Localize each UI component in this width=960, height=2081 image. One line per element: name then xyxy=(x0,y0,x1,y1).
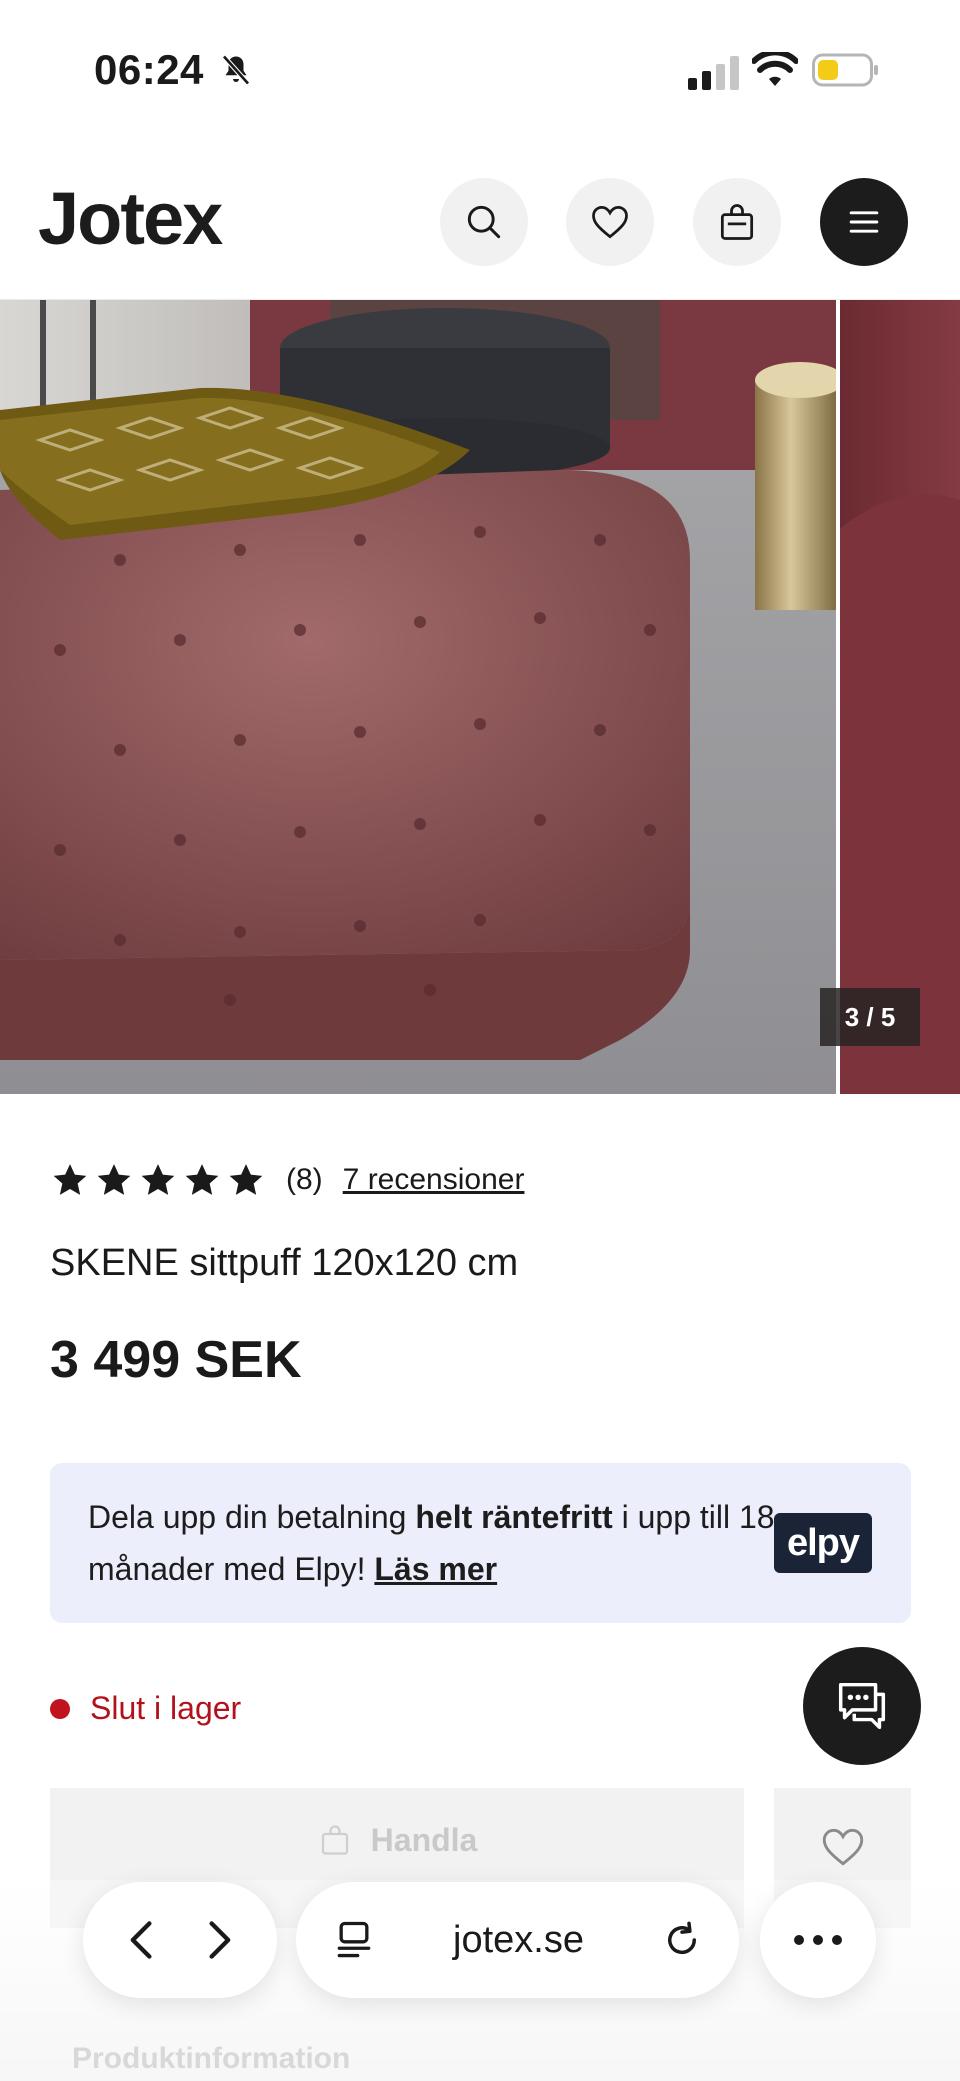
elpy-text-start: Dela upp din betalning xyxy=(88,1499,416,1535)
jotex-logo[interactable]: Jotex xyxy=(38,176,223,261)
stock-status-text: Slut i lager xyxy=(90,1690,242,1726)
heart-icon xyxy=(592,205,628,239)
back-chevron-icon[interactable] xyxy=(122,1918,162,1962)
product-photo xyxy=(0,300,960,1094)
chat-button[interactable] xyxy=(803,1647,921,1765)
browser-nav-pill xyxy=(83,1882,277,1998)
stock-status: Slut i lager xyxy=(50,1690,241,1727)
heart-icon xyxy=(822,1828,863,1866)
cellular-signal-icon xyxy=(688,56,739,90)
reload-icon[interactable] xyxy=(661,1919,703,1961)
menu-button[interactable] xyxy=(820,178,908,266)
reader-mode-icon[interactable] xyxy=(332,1918,376,1962)
shopping-bag-icon xyxy=(321,1825,348,1855)
wifi-icon xyxy=(752,52,798,86)
url-text: jotex.se xyxy=(453,1918,584,1961)
wishlist-button[interactable] xyxy=(566,178,654,266)
rating-count: (8) xyxy=(286,1163,323,1196)
elpy-financing-banner: Dela upp din betalning helt räntefritt i… xyxy=(50,1463,911,1623)
address-bar[interactable]: jotex.se xyxy=(296,1882,739,1998)
more-dots-icon xyxy=(794,1935,842,1945)
elpy-logo: elpy xyxy=(774,1513,872,1573)
star-icon xyxy=(97,1164,131,1195)
cart-button[interactable] xyxy=(693,178,781,266)
chat-icon xyxy=(838,1682,886,1730)
forward-chevron-icon[interactable] xyxy=(199,1918,239,1962)
star-icon xyxy=(141,1164,175,1195)
out-of-stock-dot-icon xyxy=(50,1698,70,1719)
product-rating: (8) 7 recensioner xyxy=(50,1158,524,1202)
star-icon xyxy=(53,1164,87,1195)
search-icon xyxy=(467,205,501,239)
site-header: Jotex xyxy=(0,140,960,300)
product-price: 3 499 SEK xyxy=(50,1331,302,1389)
battery-icon xyxy=(812,53,878,87)
buy-button-label: Handla xyxy=(370,1822,478,1858)
image-counter: 3 / 5 xyxy=(820,988,920,1046)
product-title: SKENE sittpuff 120x120 cm xyxy=(50,1242,519,1284)
status-bar: 06:24 xyxy=(0,0,960,140)
product-info-heading[interactable]: Produktinformation xyxy=(72,2042,350,2076)
elpy-read-more-link[interactable]: Läs mer xyxy=(374,1551,497,1587)
bell-off-icon xyxy=(222,54,250,86)
elpy-text-bold: helt räntefritt xyxy=(415,1499,613,1535)
shopping-bag-icon xyxy=(720,204,754,240)
status-time: 06:24 xyxy=(94,46,204,93)
star-icon xyxy=(185,1164,219,1195)
product-image-gallery[interactable]: 3 / 5 xyxy=(0,300,960,1094)
menu-icon xyxy=(849,211,879,233)
star-icon xyxy=(229,1164,263,1195)
rating-stars xyxy=(50,1160,266,1200)
search-button[interactable] xyxy=(440,178,528,266)
elpy-text: Dela upp din betalning helt räntefritt i… xyxy=(88,1491,778,1595)
more-options-button[interactable] xyxy=(760,1882,876,1998)
reviews-link[interactable]: 7 recensioner xyxy=(343,1163,525,1197)
